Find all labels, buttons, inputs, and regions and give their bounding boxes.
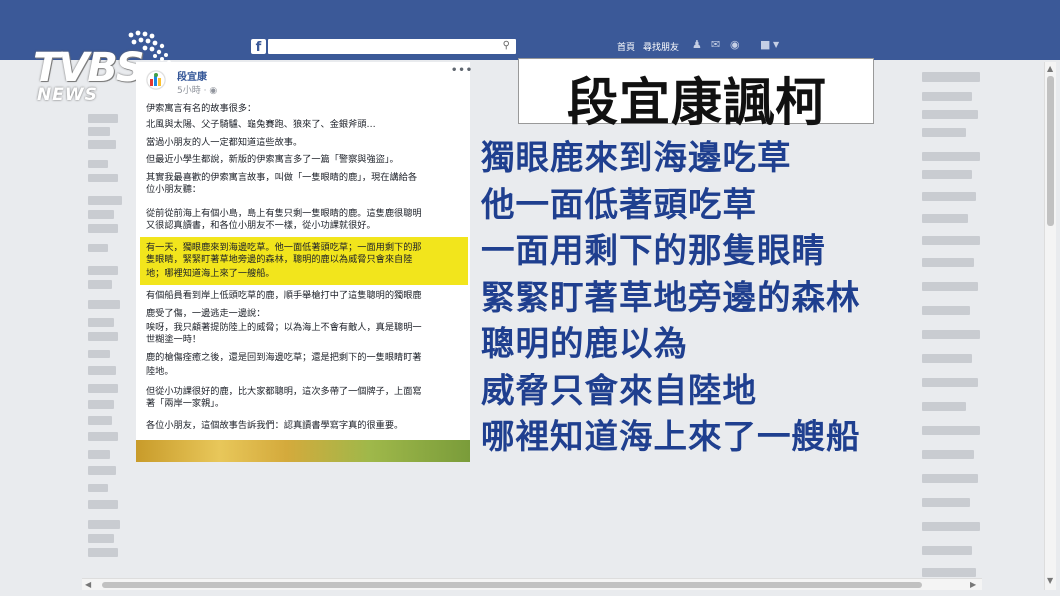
horizontal-scroll-thumb[interactable] xyxy=(102,582,922,588)
lock-icon[interactable]: ■ xyxy=(760,39,772,51)
post-line: 世糊塗一時！ xyxy=(146,334,202,345)
post-line: 但最近小學生都說，新版的伊索寓言多了一篇「警察與強盜」。 xyxy=(146,154,399,165)
horizontal-scrollbar[interactable]: ◀ ▶ xyxy=(82,578,982,590)
logo-dots-icon xyxy=(128,30,171,64)
globe-icon[interactable]: ◉ xyxy=(730,39,742,51)
post-line: 但從小功課很好的鹿，比大家都聰明，這次多帶了一個牌子，上面寫 xyxy=(146,386,422,397)
nav-home[interactable]: 首頁 xyxy=(617,40,635,53)
post-line: 其實我最喜歡的伊索寓言故事，叫做「一隻眼睛的鹿」，現在講給各 xyxy=(146,172,418,183)
post-line: 各位小朋友，這個故事告訴我們：認真讀書學寫字真的很重要。 xyxy=(146,420,404,431)
avatar-icon xyxy=(146,70,166,90)
post-line: 有個船員看到岸上低頭吃草的鹿，順手舉槍打中了這隻聰明的獨眼鹿 xyxy=(146,290,422,301)
post-line: 從前從前海上有個小島，島上有隻只剩一隻眼睛的鹿。這隻鹿很聰明 xyxy=(146,208,422,219)
post-options-icon[interactable]: ••• xyxy=(451,65,473,76)
post-line: 鹿的槍傷痊癒之後，還是回到海邊吃草；還是把剩下的一隻眼睛盯著 xyxy=(146,352,422,363)
caption-line: 聰明的鹿以為 xyxy=(481,324,688,363)
post-line: 唉呀，我只顧著提防陸上的威脅；以為海上不會有敵人，真是聰明一 xyxy=(146,322,422,333)
caption-line: 緊緊盯著草地旁邊的森林 xyxy=(481,277,861,317)
vertical-scrollbar[interactable]: ▲ ▼ xyxy=(1044,62,1056,590)
post-line: 位小朋友聽： xyxy=(146,184,202,195)
caption-line: 哪裡知道海上來了一艘船 xyxy=(481,417,861,456)
post-line: 當過小朋友的人一定都知道這些故事。 xyxy=(146,137,303,148)
post-author[interactable]: 段宜康 xyxy=(177,68,207,83)
headline: 段宜康諷柯 xyxy=(566,74,827,133)
caption-line: 他一面低著頭吃草 xyxy=(481,184,757,224)
post-image[interactable] xyxy=(136,440,470,462)
post-line: 隻眼睛，緊緊盯著草地旁邊的森林，聰明的鹿以為威脅只會來自陸 xyxy=(146,254,413,265)
friends-icon[interactable]: ♟ xyxy=(692,39,704,51)
chevron-down-icon[interactable]: ▼ xyxy=(773,39,785,51)
post-line: 鹿受了傷，一邊逃走一邊說： xyxy=(146,308,266,319)
news-wordmark: NEWS xyxy=(37,85,98,105)
scroll-up-icon[interactable]: ▲ xyxy=(1047,64,1053,73)
headline-panel: 段宜康諷柯 xyxy=(518,58,874,133)
nav-find-friends[interactable]: 尋找朋友 xyxy=(643,40,679,53)
scroll-down-icon[interactable]: ▼ xyxy=(1047,576,1053,585)
scroll-right-icon[interactable]: ▶ xyxy=(970,580,976,589)
post-timestamp[interactable]: 5小時 · ◉ xyxy=(177,83,217,96)
avatar[interactable] xyxy=(146,70,166,90)
scroll-left-icon[interactable]: ◀ xyxy=(85,580,91,589)
search-icon[interactable]: ⚲ xyxy=(503,40,510,51)
search-input[interactable]: ⚲ xyxy=(268,39,516,54)
post-line: 陸地。 xyxy=(146,366,174,377)
post-line: 又很認真讀書，和各位小朋友不一樣，從小功課就很好。 xyxy=(146,220,376,231)
caption-line: 威脅只會來自陸地 xyxy=(481,370,757,410)
public-globe-icon: ◉ xyxy=(209,86,218,96)
messages-icon[interactable]: ✉ xyxy=(711,39,723,51)
post-line: 伊索寓言有名的故事很多： xyxy=(146,103,257,114)
facebook-logo[interactable]: f xyxy=(251,39,266,55)
post-line: 地；哪裡知道海上來了一艘船。 xyxy=(146,268,275,279)
post-line: 著「兩岸一家親」。 xyxy=(146,398,225,409)
right-sidebar xyxy=(918,62,984,582)
post-line: 北風與太陽、父子騎驢、龜兔賽跑、狼來了、金銀斧頭… xyxy=(146,119,376,130)
caption-line: 一面用剩下的那隻眼睛 xyxy=(481,231,826,270)
caption-line: 獨眼鹿來到海邊吃草 xyxy=(481,138,792,177)
vertical-scroll-thumb[interactable] xyxy=(1047,76,1054,226)
post-line: 有一天，獨眼鹿來到海邊吃草。他一面低著頭吃草；一面用剩下的那 xyxy=(146,242,422,253)
